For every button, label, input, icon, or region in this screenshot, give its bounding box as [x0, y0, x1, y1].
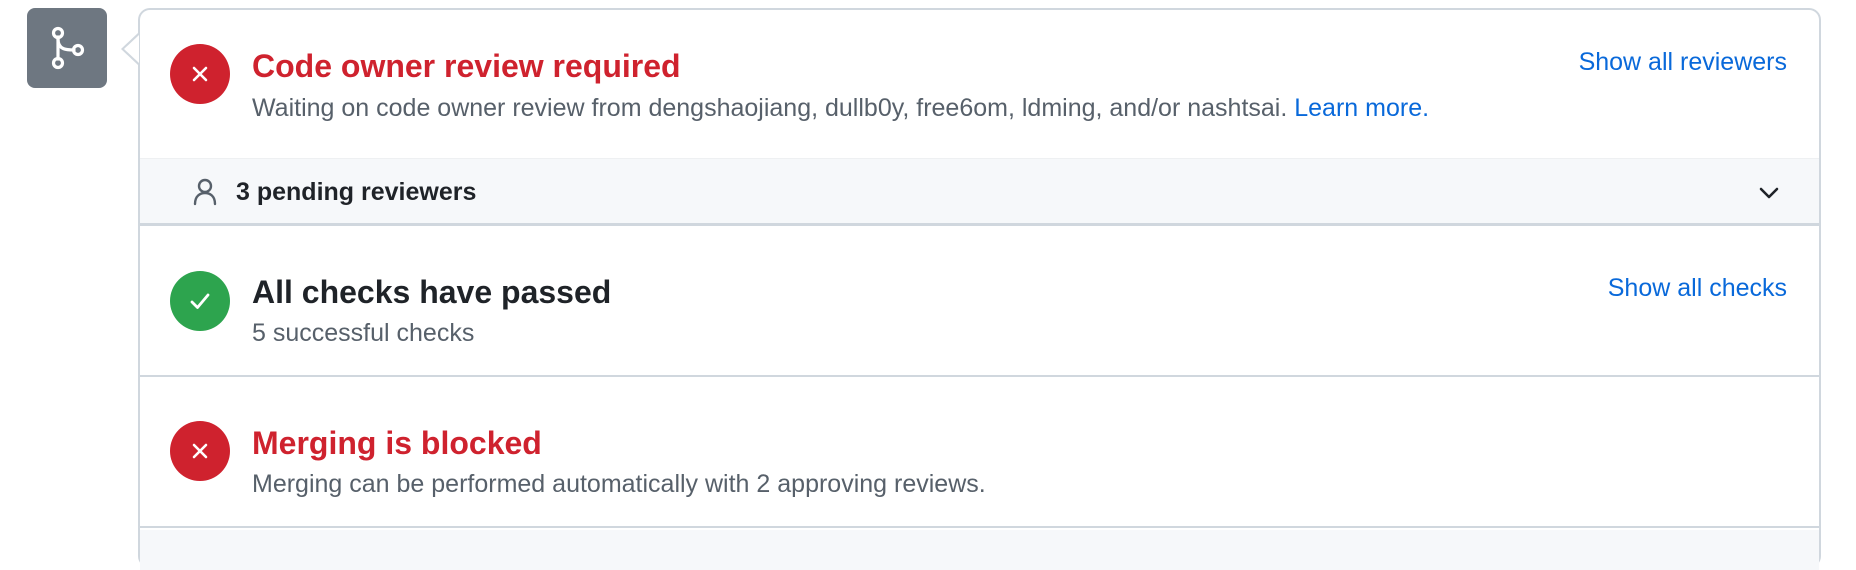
code-owner-review-title: Code owner review required [252, 48, 681, 84]
learn-more-link[interactable]: Learn more. [1294, 94, 1429, 122]
person-icon [193, 178, 217, 206]
pending-reviewers-label: 3 pending reviewers [236, 178, 477, 206]
merge-blocked-description: Merging can be performed automatically w… [252, 470, 986, 498]
merge-blocked-section: Merging is blocked Merging can be perfor… [140, 377, 1819, 528]
code-owner-review-section: Code owner review required Waiting on co… [140, 10, 1819, 158]
x-icon [192, 66, 208, 82]
merge-blocked-title: Merging is blocked [252, 425, 542, 461]
merge-box: Code owner review required Waiting on co… [138, 8, 1821, 570]
merge-status-badge [27, 8, 107, 88]
checks-title: All checks have passed [252, 274, 612, 310]
panel-pointer-fill [124, 35, 139, 63]
checks-section: All checks have passed 5 successful chec… [140, 226, 1819, 377]
failure-status-icon [170, 44, 230, 104]
chevron-down-icon [1759, 187, 1779, 199]
checks-description: 5 successful checks [252, 319, 475, 347]
show-all-checks-link[interactable]: Show all checks [1608, 274, 1787, 303]
merge-actions-section [140, 530, 1819, 570]
success-status-icon [170, 271, 230, 331]
failure-status-icon [170, 421, 230, 481]
expand-reviewers-button[interactable] [1749, 173, 1789, 213]
code-owner-review-description: Waiting on code owner review from dengsh… [252, 94, 1429, 123]
x-icon [192, 443, 208, 459]
code-owner-review-text: Waiting on code owner review from dengsh… [252, 94, 1288, 122]
show-all-reviewers-link[interactable]: Show all reviewers [1579, 48, 1787, 77]
check-icon [190, 293, 210, 309]
git-merge-icon [51, 26, 85, 70]
pending-reviewers-row[interactable]: 3 pending reviewers [140, 158, 1819, 226]
